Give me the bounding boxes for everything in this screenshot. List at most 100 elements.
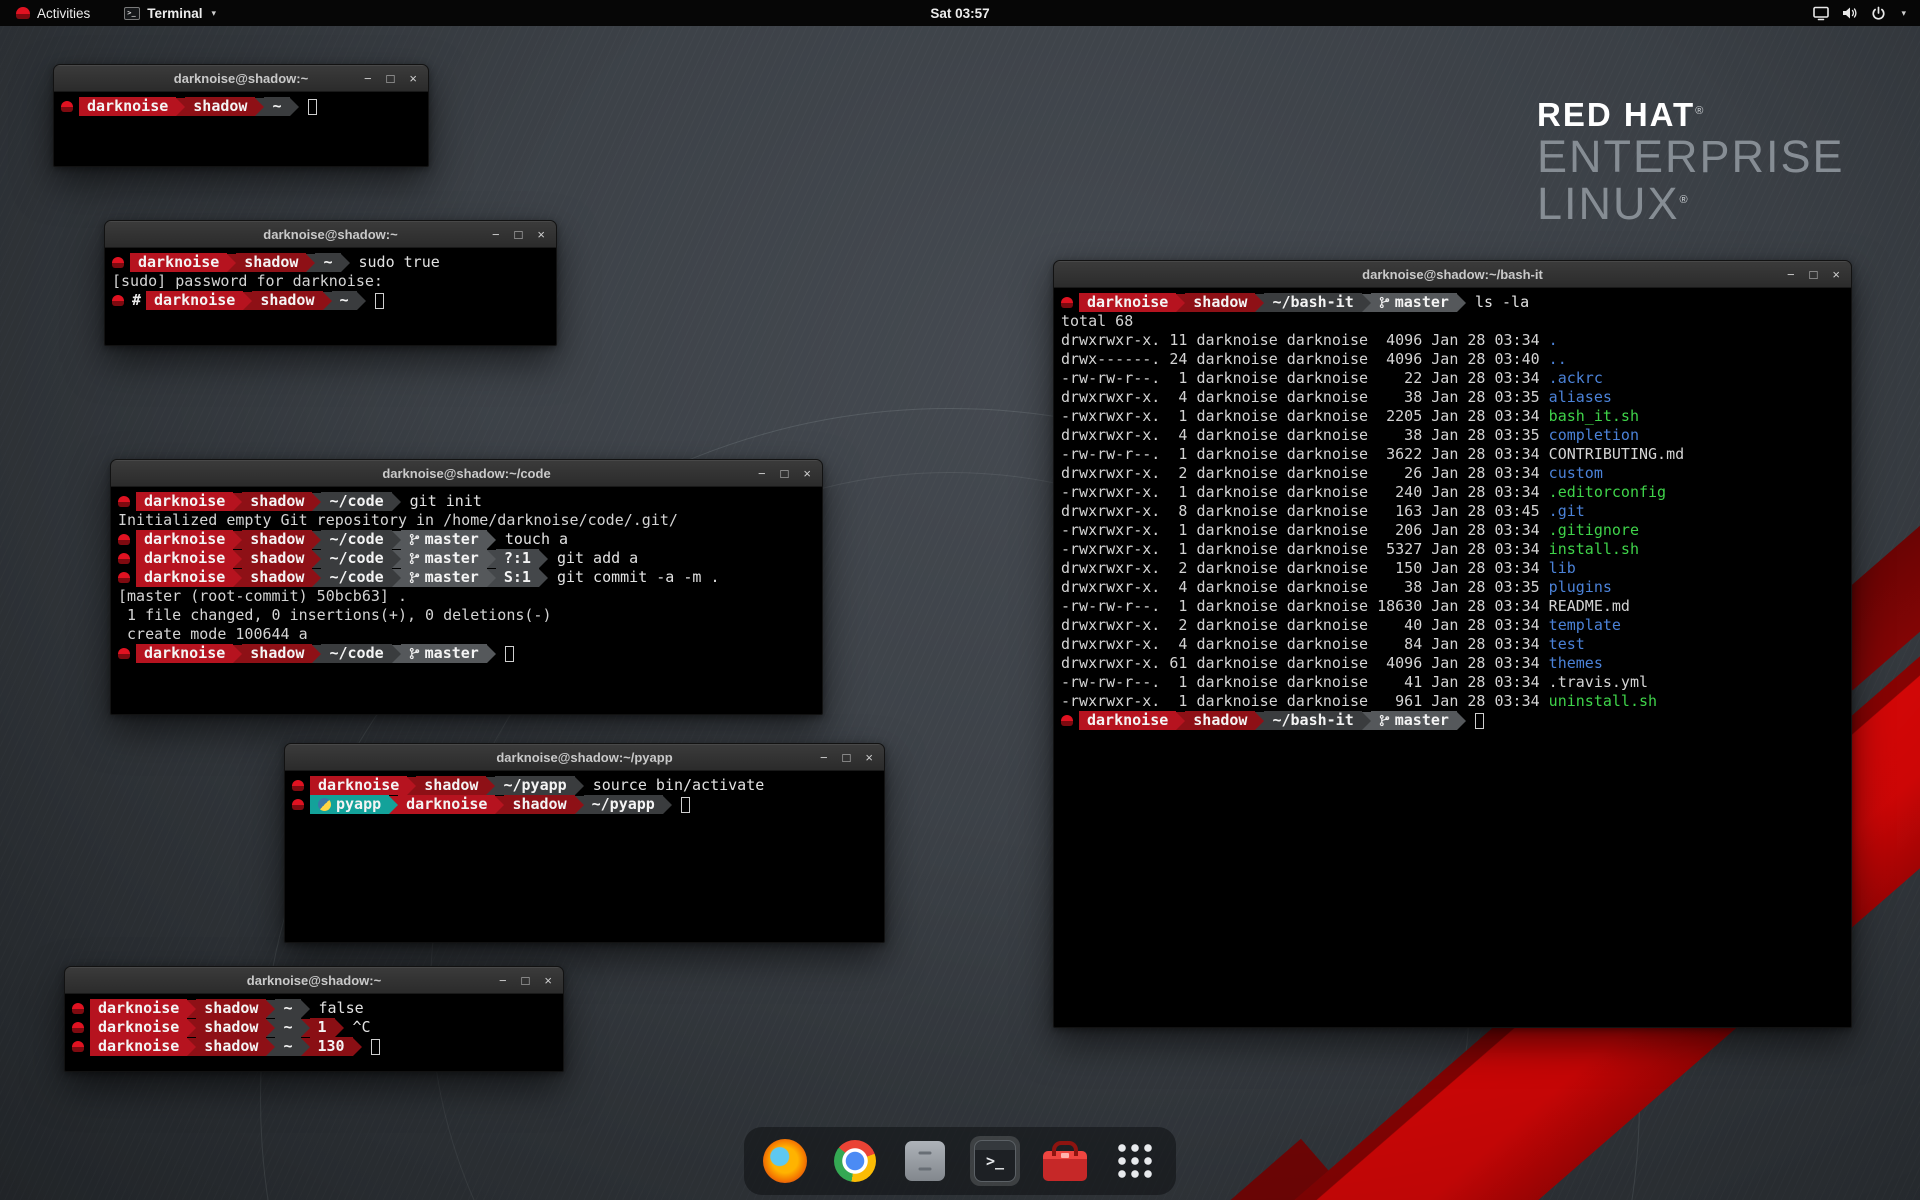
titlebar[interactable]: darknoise@shadow:~/code − □ × — [111, 460, 822, 487]
output-line: Initialized empty Git repository in /hom… — [118, 511, 815, 530]
brand-text: LINUX — [1537, 178, 1680, 229]
terminal-content[interactable]: darknoiseshadow~ — [54, 92, 428, 121]
prompt-segment: master — [401, 568, 487, 587]
brand-text: RED HAT — [1537, 96, 1695, 133]
segment-separator — [487, 550, 496, 568]
command-text: sudo true — [359, 253, 440, 272]
redhat-icon — [292, 799, 304, 810]
window-controls: − □ × — [1787, 261, 1851, 288]
minimize-button[interactable]: − — [758, 460, 766, 487]
activities-button[interactable]: Activities — [10, 0, 96, 26]
segment-separator — [539, 569, 548, 587]
titlebar[interactable]: darknoise@shadow:~ − □ × — [105, 221, 556, 248]
window-controls: − □ × — [758, 460, 822, 487]
minimize-button[interactable]: − — [364, 65, 372, 92]
system-status-menu[interactable]: ▾ — [1813, 0, 1920, 26]
app-menu-terminal[interactable]: Terminal ▾ — [118, 0, 222, 26]
prompt-line: #darknoiseshadow~ — [112, 291, 549, 310]
output-text: lib — [1549, 559, 1576, 578]
dock-toolbox[interactable] — [1040, 1136, 1090, 1186]
redhat-icon — [118, 648, 130, 659]
terminal-content[interactable]: darknoiseshadow~/pyappsource bin/activat… — [285, 771, 884, 819]
terminal-content[interactable]: darknoiseshadow~sudo true[sudo] password… — [105, 248, 556, 315]
minimize-button[interactable]: − — [820, 744, 828, 771]
clock[interactable]: Sat 03:57 — [930, 6, 989, 21]
output-text: CONTRIBUTING.md — [1549, 445, 1684, 464]
prompt-segment: ~ — [332, 291, 357, 310]
prompt-segment: shadow — [1185, 711, 1255, 730]
prompt-segment: darknoise — [146, 291, 243, 310]
segment-separator — [233, 645, 242, 663]
close-button[interactable]: × — [544, 967, 552, 994]
terminal-window-bash-it: darknoise@shadow:~/bash-it − □ × darknoi… — [1053, 260, 1852, 1028]
close-button[interactable]: × — [865, 744, 873, 771]
maximize-button[interactable]: □ — [522, 967, 530, 994]
cursor — [375, 293, 384, 309]
maximize-button[interactable]: □ — [843, 744, 851, 771]
minimize-button[interactable]: − — [1787, 261, 1795, 288]
dock-files[interactable] — [900, 1136, 950, 1186]
titlebar[interactable]: darknoise@shadow:~/bash-it − □ × — [1054, 261, 1851, 288]
dock-firefox[interactable] — [760, 1136, 810, 1186]
close-button[interactable]: × — [409, 65, 417, 92]
close-button[interactable]: × — [803, 460, 811, 487]
prompt-segment: ~/code — [321, 492, 391, 511]
output-text: . — [1549, 331, 1558, 350]
maximize-button[interactable]: □ — [387, 65, 395, 92]
branch-icon — [409, 571, 420, 584]
dock-chrome[interactable] — [830, 1136, 880, 1186]
segment-separator — [255, 98, 264, 116]
prompt-line: darknoiseshadow~ — [61, 97, 421, 116]
segment-separator — [301, 1019, 310, 1037]
segment-separator — [353, 1038, 362, 1056]
prompt-segment: darknoise — [136, 549, 233, 568]
terminal-content[interactable]: darknoiseshadow~/codegit initInitialized… — [111, 487, 822, 668]
output-line: -rw-rw-r--. 1 darknoise darknoise 18630 … — [1061, 597, 1844, 616]
prompt-segment: master — [401, 530, 487, 549]
prompt-segment: ~/code — [321, 644, 391, 663]
dock-terminal[interactable]: >_ — [970, 1136, 1020, 1186]
window-controls: − □ × — [499, 967, 563, 994]
registered-mark: ® — [1680, 194, 1690, 206]
segment-separator — [392, 569, 401, 587]
terminal-content[interactable]: darknoiseshadow~falsedarknoiseshadow~1^C… — [65, 994, 563, 1061]
prompt-segment: shadow — [196, 999, 266, 1018]
redhat-icon — [1061, 297, 1073, 308]
minimize-button[interactable]: − — [492, 221, 500, 248]
segment-separator — [312, 531, 321, 549]
close-button[interactable]: × — [1832, 261, 1840, 288]
redhat-icon — [72, 1041, 84, 1052]
chevron-down-icon: ▾ — [212, 8, 217, 19]
maximize-button[interactable]: □ — [781, 460, 789, 487]
redhat-icon — [1061, 715, 1073, 726]
python-icon — [318, 798, 331, 811]
output-text: .git — [1549, 502, 1585, 521]
segment-separator — [233, 493, 242, 511]
titlebar[interactable]: darknoise@shadow:~ − □ × — [54, 65, 428, 92]
segment-separator — [487, 645, 496, 663]
output-line: drwx------. 24 darknoise darknoise 4096 … — [1061, 350, 1844, 369]
prompt-segment: ~/code — [321, 568, 391, 587]
segment-separator — [233, 531, 242, 549]
titlebar[interactable]: darknoise@shadow:~ − □ × — [65, 967, 563, 994]
brand-line-enterprise: ENTERPRISE — [1537, 134, 1845, 181]
app-menu-label: Terminal — [147, 6, 202, 21]
segment-separator — [392, 531, 401, 549]
segment-separator — [539, 550, 548, 568]
redhat-icon — [118, 534, 130, 545]
segment-separator — [663, 796, 672, 814]
branch-icon — [409, 533, 420, 546]
dock-app-grid[interactable] — [1110, 1136, 1160, 1186]
prompt-segment: darknoise — [90, 1018, 187, 1037]
prompt-segment: shadow — [242, 644, 312, 663]
close-button[interactable]: × — [537, 221, 545, 248]
maximize-button[interactable]: □ — [515, 221, 523, 248]
output-text: plugins — [1549, 578, 1612, 597]
minimize-button[interactable]: − — [499, 967, 507, 994]
terminal-content[interactable]: darknoiseshadow~/bash-itmasterls -latota… — [1054, 288, 1851, 735]
titlebar[interactable]: darknoise@shadow:~/pyapp − □ × — [285, 744, 884, 771]
segment-separator — [323, 292, 332, 310]
maximize-button[interactable]: □ — [1810, 261, 1818, 288]
output-text: -rwxrwxr-x. 1 darknoise darknoise 961 Ja… — [1061, 692, 1549, 711]
redhat-icon — [118, 553, 130, 564]
